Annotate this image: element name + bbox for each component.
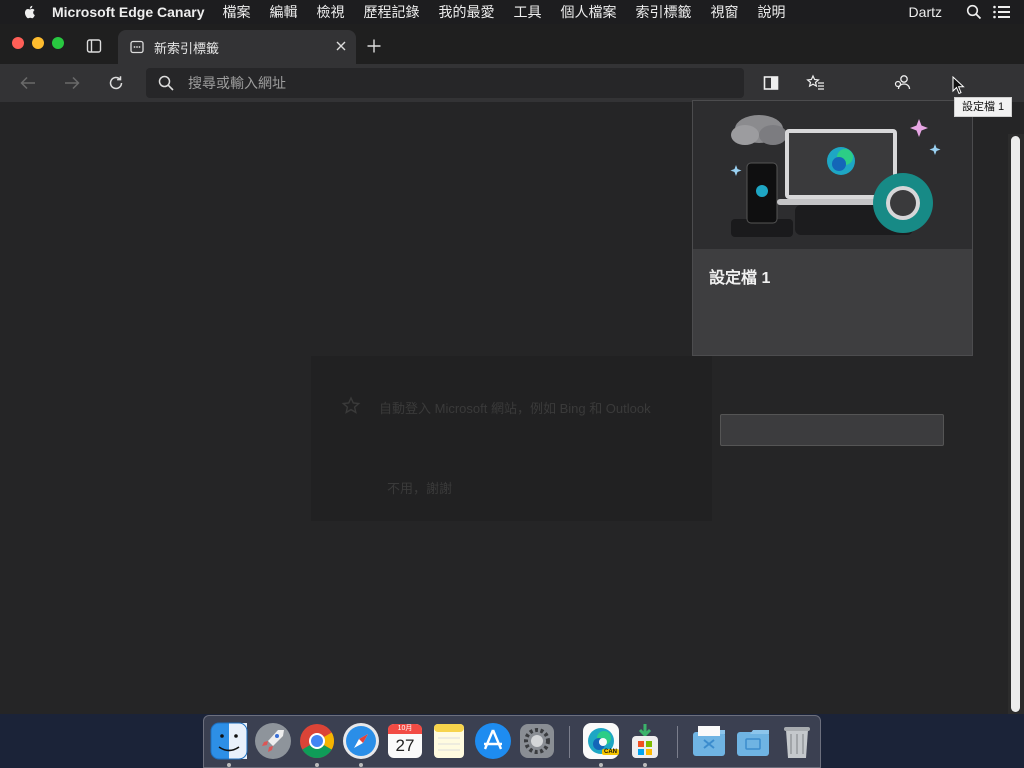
app-name-menu[interactable]: Microsoft Edge Canary bbox=[52, 4, 204, 20]
documents-folder-icon[interactable] bbox=[734, 722, 772, 760]
macos-menu-bar: Microsoft Edge Canary 檔案 編輯 檢視 歷程記錄 我的最愛… bbox=[0, 0, 1024, 24]
profile-name: 設定檔 1 bbox=[709, 270, 771, 287]
profile-flyout: 設定檔 1 bbox=[692, 100, 973, 356]
scrollbar[interactable] bbox=[1008, 134, 1024, 714]
app-store-icon[interactable] bbox=[474, 722, 512, 760]
star-icon bbox=[341, 396, 361, 414]
back-button[interactable] bbox=[17, 72, 39, 94]
refresh-button[interactable] bbox=[105, 72, 127, 94]
tab-strip: 新索引標籤 bbox=[0, 24, 1024, 64]
tab-new-tab[interactable]: 新索引標籤 bbox=[118, 30, 356, 64]
window-zoom-button[interactable] bbox=[52, 37, 64, 49]
profile-button[interactable] bbox=[892, 72, 914, 94]
profile-tooltip: 設定檔 1 bbox=[954, 97, 1013, 117]
window-close-button[interactable] bbox=[12, 37, 24, 49]
control-center-icon[interactable] bbox=[992, 4, 1012, 20]
signin-message: 自動登入 Microsoft 網站，例如 Bing 和 Outlook bbox=[379, 401, 651, 416]
search-icon bbox=[158, 75, 174, 91]
microsoft-installer-icon[interactable] bbox=[626, 722, 664, 760]
back-arrow-icon bbox=[20, 76, 35, 90]
launchpad-icon[interactable] bbox=[254, 722, 292, 760]
split-screen-icon bbox=[763, 76, 779, 90]
forward-button[interactable] bbox=[61, 72, 83, 94]
profile-hero-illustration bbox=[693, 101, 972, 249]
forward-arrow-icon bbox=[65, 76, 80, 90]
address-placeholder: 搜尋或輸入網址 bbox=[188, 75, 286, 91]
mouse-cursor-icon bbox=[952, 76, 965, 95]
trash-icon[interactable] bbox=[778, 722, 816, 760]
menubar-user[interactable]: Dartz bbox=[909, 4, 942, 20]
devices-illustration-icon bbox=[730, 115, 941, 237]
menu-view[interactable]: 檢視 bbox=[316, 2, 344, 22]
menu-file[interactable]: 檔案 bbox=[222, 2, 250, 22]
downloads-folder-icon[interactable] bbox=[690, 722, 728, 760]
refresh-icon bbox=[109, 76, 123, 90]
favorites-button[interactable] bbox=[805, 72, 827, 94]
apple-icon[interactable] bbox=[22, 4, 38, 20]
edge-running-indicator bbox=[599, 763, 603, 767]
canary-badge: CAN bbox=[602, 749, 619, 755]
dock-separator-2 bbox=[677, 726, 678, 758]
finder-running-indicator bbox=[227, 763, 231, 767]
profile-action-bar[interactable] bbox=[720, 414, 944, 446]
dock-separator bbox=[569, 726, 570, 758]
menu-favorites[interactable]: 我的最愛 bbox=[438, 2, 494, 22]
calendar-icon[interactable]: 10月 27 bbox=[386, 722, 424, 760]
installer-running-indicator bbox=[643, 763, 647, 767]
safari-running-indicator bbox=[359, 763, 363, 767]
new-tab-page-icon bbox=[130, 40, 144, 54]
profile-icon bbox=[894, 75, 911, 90]
menu-window[interactable]: 視窗 bbox=[710, 2, 738, 22]
menu-profiles[interactable]: 個人檔案 bbox=[560, 2, 616, 22]
navigation-toolbar: 搜尋或輸入網址 bbox=[0, 64, 1024, 102]
spotlight-search-icon[interactable] bbox=[966, 4, 982, 20]
system-preferences-icon[interactable] bbox=[518, 722, 556, 760]
tab-actions-icon[interactable] bbox=[86, 38, 102, 54]
menu-tabs[interactable]: 索引標籤 bbox=[635, 2, 691, 22]
no-thanks-button[interactable]: 不用，謝謝 bbox=[387, 478, 452, 497]
menu-history[interactable]: 歷程記錄 bbox=[363, 2, 419, 22]
notes-icon[interactable] bbox=[430, 722, 468, 760]
calendar-day: 27 bbox=[395, 736, 415, 755]
tab-title: 新索引標籤 bbox=[154, 40, 220, 56]
menu-edit[interactable]: 編輯 bbox=[269, 2, 297, 22]
favorites-star-icon bbox=[806, 74, 824, 90]
edge-canary-icon[interactable]: CAN bbox=[582, 722, 620, 760]
chrome-icon[interactable] bbox=[298, 722, 336, 760]
macos-dock: 10月 27 CAN bbox=[203, 715, 821, 768]
menu-help[interactable]: 說明 bbox=[757, 2, 785, 22]
finder-icon[interactable] bbox=[210, 722, 248, 760]
split-screen-button[interactable] bbox=[760, 72, 782, 94]
new-tab-icon[interactable] bbox=[366, 38, 382, 54]
auto-signin-prompt: 自動登入 Microsoft 網站，例如 Bing 和 Outlook 不用，謝… bbox=[311, 356, 712, 521]
address-bar[interactable]: 搜尋或輸入網址 bbox=[146, 68, 744, 98]
window-minimize-button[interactable] bbox=[32, 37, 44, 49]
scrollbar-thumb[interactable] bbox=[1011, 136, 1020, 712]
chrome-running-indicator bbox=[315, 763, 319, 767]
safari-icon[interactable] bbox=[342, 722, 380, 760]
calendar-month: 10月 bbox=[397, 725, 413, 732]
menu-tools[interactable]: 工具 bbox=[513, 2, 541, 22]
close-tab-icon[interactable] bbox=[334, 39, 348, 53]
